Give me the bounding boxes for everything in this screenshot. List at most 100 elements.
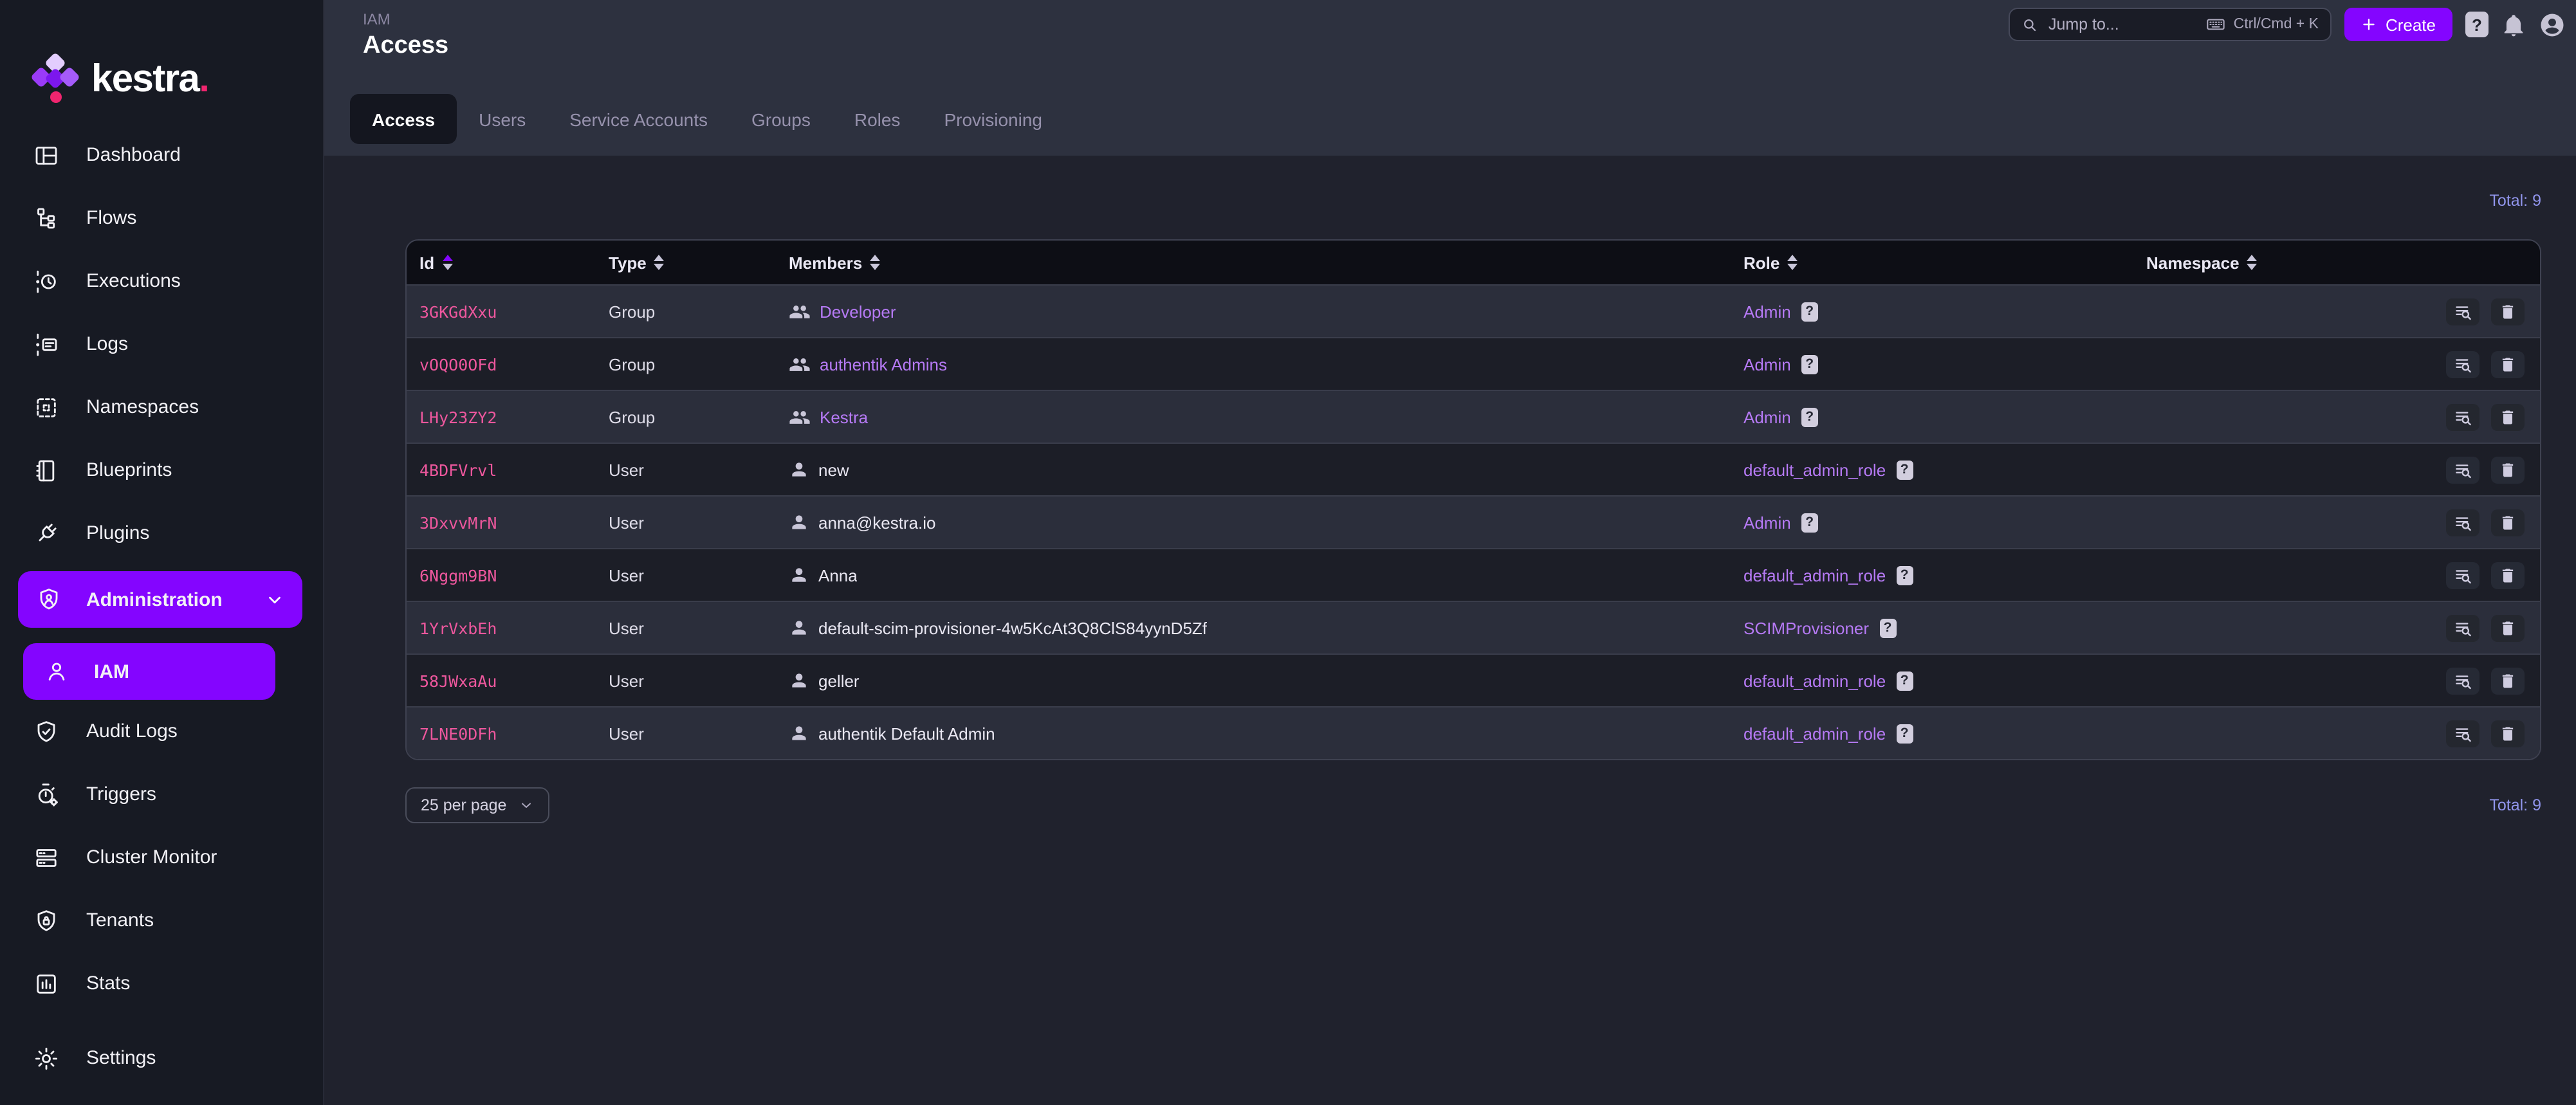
- jump-to-input[interactable]: [2046, 14, 2185, 35]
- member-link[interactable]: new: [818, 460, 849, 479]
- row-delete-button[interactable]: [2491, 403, 2525, 430]
- tab-groups[interactable]: Groups: [730, 94, 833, 144]
- sidebar-item-plugins[interactable]: Plugins: [0, 502, 323, 565]
- column-header-type[interactable]: Type: [609, 253, 789, 272]
- sidebar-item-executions[interactable]: Executions: [0, 250, 323, 313]
- row-details-button[interactable]: [2446, 456, 2479, 483]
- sidebar-item-triggers[interactable]: Triggers: [0, 763, 323, 826]
- member-link[interactable]: Kestra: [820, 407, 868, 426]
- tab-service-accounts[interactable]: Service Accounts: [547, 94, 730, 144]
- row-delete-button[interactable]: [2491, 509, 2525, 536]
- text-search-icon: [2453, 354, 2472, 374]
- notebook-icon: [33, 457, 59, 483]
- sidebar-item-iam[interactable]: IAM: [23, 643, 275, 700]
- role-link[interactable]: Admin: [1743, 407, 1791, 426]
- sort-icon[interactable]: [1787, 255, 1798, 270]
- shortcut-hint: Ctrl/Cmd + K: [2205, 14, 2319, 35]
- row-id-link[interactable]: LHy23ZY2: [419, 407, 609, 426]
- column-header-namespace[interactable]: Namespace: [2146, 253, 2424, 272]
- sidebar-item-audit-logs[interactable]: Audit Logs: [0, 700, 323, 763]
- row-delete-button[interactable]: [2491, 667, 2525, 694]
- row-role: SCIMProvisioner ?: [1743, 618, 2146, 637]
- row-details-button[interactable]: [2446, 351, 2479, 378]
- text-search-icon: [2453, 565, 2472, 585]
- row-id-link[interactable]: 3DxvvMrN: [419, 513, 609, 532]
- sidebar-item-flows[interactable]: Flows: [0, 187, 323, 250]
- row-delete-button[interactable]: [2491, 614, 2525, 641]
- row-id-link[interactable]: vOQO0OFd: [419, 354, 609, 374]
- role-link[interactable]: Admin: [1743, 302, 1791, 321]
- role-link[interactable]: default_admin_role: [1743, 671, 1886, 690]
- sidebar-item-logs[interactable]: Logs: [0, 313, 323, 376]
- sort-icon[interactable]: [654, 255, 665, 270]
- sort-icon[interactable]: [870, 255, 880, 270]
- tab-provisioning[interactable]: Provisioning: [922, 94, 1064, 144]
- row-details-button[interactable]: [2446, 614, 2479, 641]
- member-link[interactable]: default-scim-provisioner-4w5KcAt3Q8ClS84…: [818, 618, 1207, 637]
- tab-users[interactable]: Users: [457, 94, 547, 144]
- role-link[interactable]: default_admin_role: [1743, 565, 1886, 585]
- account-icon: [789, 565, 809, 585]
- role-link[interactable]: default_admin_role: [1743, 724, 1886, 743]
- member-link[interactable]: geller: [818, 671, 860, 690]
- role-link[interactable]: default_admin_role: [1743, 460, 1886, 479]
- kestra-logo[interactable]: kestra.: [0, 0, 323, 123]
- notifications-button[interactable]: [2501, 12, 2526, 37]
- sort-icon[interactable]: [2247, 255, 2258, 270]
- row-details-button[interactable]: [2446, 509, 2479, 536]
- role-link[interactable]: SCIMProvisioner: [1743, 618, 1869, 637]
- member-link[interactable]: Developer: [820, 302, 896, 321]
- per-page-select[interactable]: 25 per page: [405, 787, 549, 823]
- sort-icon[interactable]: [442, 255, 452, 270]
- row-actions: [2446, 667, 2540, 694]
- row-details-button[interactable]: [2446, 720, 2479, 747]
- table-row: 1YrVxbEh User default-scim-provisioner-4…: [407, 601, 2540, 653]
- text-search-icon: [2453, 513, 2472, 532]
- table-row: 58JWxaAu User geller default_admin_role …: [407, 653, 2540, 706]
- row-id-link[interactable]: 7LNE0DFh: [419, 724, 609, 743]
- member-link[interactable]: authentik Admins: [820, 354, 947, 374]
- sidebar-item-namespaces[interactable]: Namespaces: [0, 376, 323, 439]
- table-row: 3GKGdXxu Group Developer Admin ?: [407, 284, 2540, 337]
- sidebar-item-blueprints[interactable]: Blueprints: [0, 439, 323, 502]
- column-header-role[interactable]: Role: [1743, 253, 2146, 272]
- member-link[interactable]: authentik Default Admin: [818, 724, 995, 743]
- trash-icon: [2499, 407, 2517, 426]
- tab-roles[interactable]: Roles: [833, 94, 923, 144]
- row-delete-button[interactable]: [2491, 298, 2525, 325]
- row-details-button[interactable]: [2446, 562, 2479, 589]
- row-details-button[interactable]: [2446, 298, 2479, 325]
- column-header-members[interactable]: Members: [789, 253, 1743, 272]
- role-link[interactable]: Admin: [1743, 513, 1791, 532]
- sidebar-item-cluster-monitor[interactable]: Cluster Monitor: [0, 826, 323, 889]
- sidebar-item-dashboard[interactable]: Dashboard: [0, 123, 323, 187]
- jump-to-search[interactable]: Ctrl/Cmd + K: [2009, 8, 2332, 41]
- row-id-link[interactable]: 4BDFVrvl: [419, 460, 609, 479]
- row-id-link[interactable]: 1YrVxbEh: [419, 618, 609, 637]
- server-icon: [33, 845, 59, 870]
- sidebar-item-tenants[interactable]: Tenants: [0, 889, 323, 952]
- sidebar-item-administration[interactable]: Administration: [18, 571, 302, 628]
- user-menu-button[interactable]: [2539, 11, 2566, 38]
- help-icon[interactable]: ?: [2465, 12, 2489, 37]
- member-link[interactable]: Anna: [818, 565, 858, 585]
- row-actions: [2446, 720, 2540, 747]
- tab-access[interactable]: Access: [350, 94, 457, 144]
- role-link[interactable]: Admin: [1743, 354, 1791, 374]
- row-id-link[interactable]: 58JWxaAu: [419, 671, 609, 690]
- row-details-button[interactable]: [2446, 667, 2479, 694]
- row-delete-button[interactable]: [2491, 456, 2525, 483]
- column-header-id[interactable]: Id: [419, 253, 609, 272]
- row-id-link[interactable]: 3GKGdXxu: [419, 302, 609, 321]
- row-details-button[interactable]: [2446, 403, 2479, 430]
- sidebar-item-stats[interactable]: Stats: [0, 952, 323, 1015]
- breadcrumb[interactable]: IAM: [363, 10, 448, 28]
- create-button[interactable]: Create: [2344, 8, 2452, 41]
- row-id-link[interactable]: 6Nggm9BN: [419, 565, 609, 585]
- row-delete-button[interactable]: [2491, 562, 2525, 589]
- sidebar-item-settings[interactable]: Settings: [0, 1027, 323, 1090]
- row-delete-button[interactable]: [2491, 720, 2525, 747]
- row-actions: [2446, 403, 2540, 430]
- member-link[interactable]: anna@kestra.io: [818, 513, 936, 532]
- row-delete-button[interactable]: [2491, 351, 2525, 378]
